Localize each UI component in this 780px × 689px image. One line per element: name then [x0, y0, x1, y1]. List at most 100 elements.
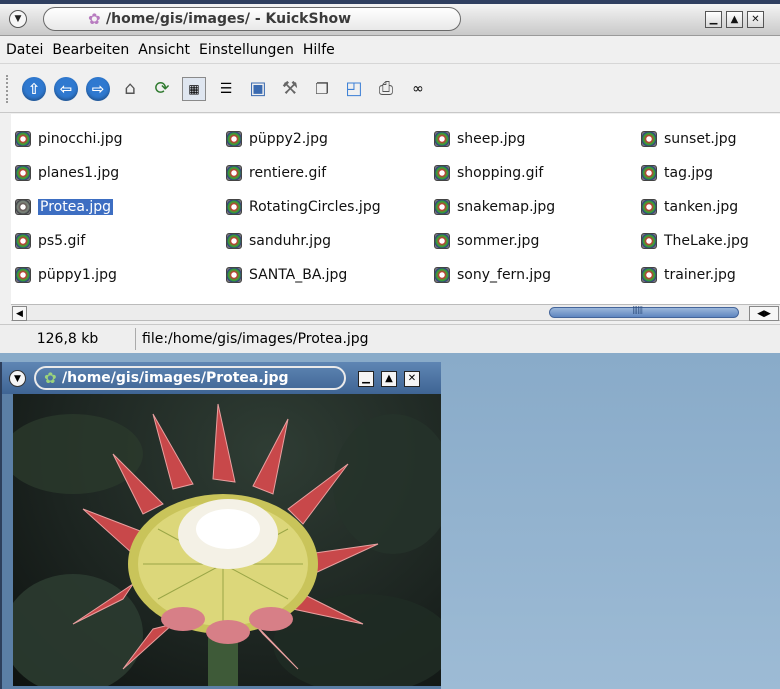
file-item[interactable]: trainer.jpg — [641, 258, 780, 292]
file-browser[interactable]: pinocchi.jpg püppy2.jpg sheep.jpg sunset.jp… — [11, 114, 780, 304]
file-item[interactable]: püppy1.jpg — [15, 258, 226, 292]
forward-arrow-icon[interactable]: ⇨ — [86, 77, 110, 101]
file-name: TheLake.jpg — [664, 233, 749, 249]
image-file-icon — [641, 165, 657, 181]
statusbar: 126,8 kb file:/home/gis/images/Protea.jp… — [0, 324, 780, 353]
file-name: trainer.jpg — [664, 267, 736, 283]
file-name: rentiere.gif — [249, 165, 327, 181]
toolbar: ⇧ ⇦ ⇨ ⌂ ⟳ ▦ ☰ ▣ ⚒ ❐ ◰ ⎙ ∞ — [0, 66, 780, 113]
image-file-icon — [15, 233, 31, 249]
file-item[interactable]: Protea.jpg — [15, 190, 226, 224]
image-file-icon — [15, 199, 31, 215]
back-arrow-icon[interactable]: ⇦ — [54, 77, 78, 101]
home-icon[interactable]: ⌂ — [118, 77, 142, 101]
file-item[interactable]: ps5.gif — [15, 224, 226, 258]
file-name: sommer.jpg — [457, 233, 540, 249]
image-file-icon — [226, 199, 242, 215]
image-viewer-window: ▼ ✿ /home/gis/images/Protea.jpg ▁ ▲ ✕ — [0, 362, 441, 689]
image-icon[interactable]: ▣ — [246, 77, 270, 101]
image-file-icon — [434, 131, 450, 147]
image-file-icon — [15, 165, 31, 181]
menu-ansicht[interactable]: Ansicht — [137, 42, 191, 58]
viewer-menu-button[interactable]: ▼ — [9, 370, 26, 387]
viewer-minimize-button[interactable]: ▁ — [358, 371, 374, 387]
file-item[interactable]: sanduhr.jpg — [226, 224, 434, 258]
file-item[interactable]: sony_fern.jpg — [434, 258, 641, 292]
file-item[interactable]: sunset.jpg — [641, 122, 780, 156]
image-file-icon — [641, 199, 657, 215]
file-name: sunset.jpg — [664, 131, 737, 147]
close-button[interactable]: ✕ — [747, 11, 764, 28]
file-item[interactable]: planes1.jpg — [15, 156, 226, 190]
image-file-icon — [434, 199, 450, 215]
file-item[interactable]: sheep.jpg — [434, 122, 641, 156]
window-title: /home/gis/images/ - KuickShow — [106, 11, 352, 27]
image-file-icon — [641, 267, 657, 283]
file-name: snakemap.jpg — [457, 199, 556, 215]
kuickshow-app-icon: ✿ — [88, 10, 101, 28]
menubar: Datei Bearbeiten Ansicht Einstellungen H… — [0, 36, 780, 64]
main-titlebar[interactable]: ▼ ✿ /home/gis/images/ - KuickShow ▁ ▲ ✕ — [0, 4, 780, 36]
image-file-icon — [226, 131, 242, 147]
toolbar-grip[interactable] — [6, 75, 14, 103]
minimize-button[interactable]: ▁ — [705, 11, 722, 28]
file-item[interactable]: snakemap.jpg — [434, 190, 641, 224]
image-file-icon — [15, 267, 31, 283]
viewer-window-buttons: ▁ ▲ ✕ — [358, 371, 420, 387]
image-file-icon — [641, 131, 657, 147]
file-name: sony_fern.jpg — [457, 267, 552, 283]
reload-icon[interactable]: ⟳ — [150, 77, 174, 101]
viewer-close-button[interactable]: ✕ — [404, 371, 420, 387]
file-name: püppy2.jpg — [249, 131, 328, 147]
file-grid: pinocchi.jpg püppy2.jpg sheep.jpg sunset.jp… — [15, 122, 780, 292]
status-file-size: 126,8 kb — [0, 328, 136, 350]
window-menu-button[interactable]: ▼ — [9, 10, 27, 28]
file-name: tanken.jpg — [664, 199, 739, 215]
scroll-left-arrow-icon[interactable]: ◀ — [12, 306, 27, 321]
viewer-title: /home/gis/images/Protea.jpg — [62, 370, 289, 386]
windows-icon[interactable]: ❐ — [310, 77, 334, 101]
up-arrow-icon[interactable]: ⇧ — [22, 77, 46, 101]
viewer-titlebar[interactable]: ▼ ✿ /home/gis/images/Protea.jpg ▁ ▲ ✕ — [2, 362, 441, 394]
window-title-pill: ✿ /home/gis/images/ - KuickShow — [43, 7, 461, 31]
image-file-icon — [641, 233, 657, 249]
kuickshow-app-icon: ✿ — [44, 369, 57, 387]
image-file-icon — [226, 267, 242, 283]
scroll-thumb[interactable] — [549, 305, 739, 318]
image-file-icon — [434, 233, 450, 249]
image-file-icon — [226, 233, 242, 249]
scroll-right-arrows-icon[interactable]: ◀▶ — [749, 306, 779, 321]
menu-datei[interactable]: Datei — [5, 42, 44, 58]
protea-photo[interactable] — [13, 394, 441, 686]
list-view-icon[interactable]: ☰ — [214, 77, 238, 101]
file-name: Protea.jpg — [38, 199, 114, 215]
menu-bearbeiten[interactable]: Bearbeiten — [51, 42, 130, 58]
file-item[interactable]: tag.jpg — [641, 156, 780, 190]
file-item[interactable]: pinocchi.jpg — [15, 122, 226, 156]
file-name: sanduhr.jpg — [249, 233, 331, 249]
horizontal-scrollbar[interactable]: ◀ ◀▶ — [11, 304, 780, 321]
menu-einstellungen[interactable]: Einstellungen — [198, 42, 295, 58]
maximize-button[interactable]: ▲ — [726, 11, 743, 28]
file-name: pinocchi.jpg — [38, 131, 123, 147]
file-name: planes1.jpg — [38, 165, 120, 181]
kuickshow-main-window: ▼ ✿ /home/gis/images/ - KuickShow ▁ ▲ ✕ … — [0, 0, 780, 353]
file-item[interactable]: püppy2.jpg — [226, 122, 434, 156]
new-window-icon[interactable]: ◰ — [342, 77, 366, 101]
file-item[interactable]: RotatingCircles.jpg — [226, 190, 434, 224]
tools-icon[interactable]: ⚒ — [278, 77, 302, 101]
glasses-icon[interactable]: ∞ — [406, 77, 430, 101]
menu-hilfe[interactable]: Hilfe — [302, 42, 336, 58]
file-item[interactable]: tanken.jpg — [641, 190, 780, 224]
file-item[interactable]: SANTA_BA.jpg — [226, 258, 434, 292]
file-item[interactable]: rentiere.gif — [226, 156, 434, 190]
file-item[interactable]: shopping.gif — [434, 156, 641, 190]
viewer-maximize-button[interactable]: ▲ — [381, 371, 397, 387]
protea-flower-image — [13, 403, 441, 686]
file-item[interactable]: TheLake.jpg — [641, 224, 780, 258]
file-name: RotatingCircles.jpg — [249, 199, 381, 215]
file-name: sheep.jpg — [457, 131, 526, 147]
file-item[interactable]: sommer.jpg — [434, 224, 641, 258]
print-icon[interactable]: ⎙ — [374, 77, 398, 101]
icon-view-icon[interactable]: ▦ — [182, 77, 206, 101]
